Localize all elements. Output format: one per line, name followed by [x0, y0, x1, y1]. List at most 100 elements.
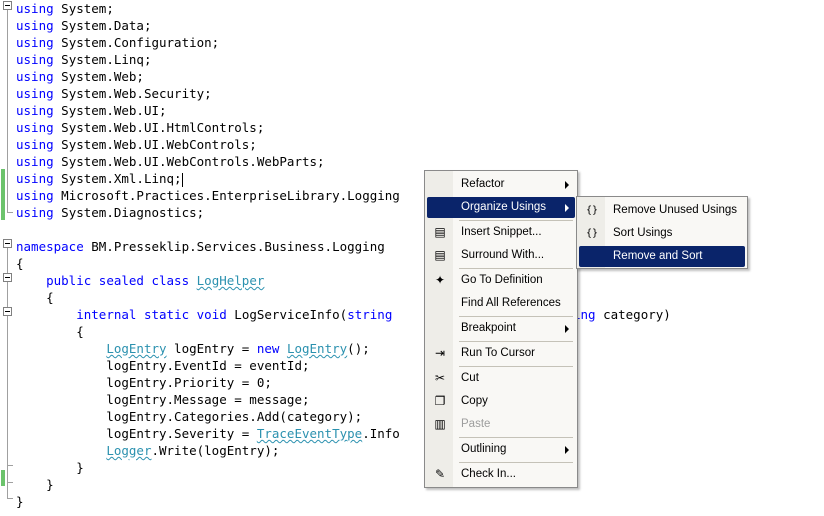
menu-item-find-all-references[interactable]: Find All References: [427, 293, 575, 314]
menu-separator: [459, 220, 573, 221]
code-token: System.Web.UI;: [53, 103, 167, 118]
code-token: System;: [53, 1, 114, 16]
code-token: }: [16, 460, 84, 475]
menu-item-label: Find All References: [461, 297, 561, 309]
code-token: .Write(logEntry);: [151, 443, 280, 458]
code-token: logEntry.Severity =: [16, 426, 257, 441]
menu-item-outlining[interactable]: Outlining: [427, 439, 575, 460]
menu-separator: [459, 437, 573, 438]
code-line: using Microsoft.Practices.EnterpriseLibr…: [16, 187, 400, 204]
copy-icon: ❐: [434, 394, 446, 408]
submenu-item-remove-and-sort[interactable]: Remove and Sort: [579, 246, 745, 267]
sort-usings-icon: {}: [585, 228, 599, 239]
menu-item-label: Breakpoint: [461, 322, 516, 334]
surround-with-icon: ▤: [434, 248, 446, 262]
keyword-token: using: [16, 171, 54, 186]
code-token: logEntry.Categories.Add(category);: [16, 409, 363, 424]
menu-item-breakpoint[interactable]: Breakpoint: [427, 318, 575, 339]
collapse-namespace-icon[interactable]: [3, 239, 12, 248]
code-line: }: [16, 476, 54, 493]
menu-item-label: Run To Cursor: [461, 347, 535, 359]
code-token: System.Data;: [53, 18, 152, 33]
text-cursor: [181, 172, 183, 187]
submenu-arrow-icon: [565, 181, 569, 189]
code-token: System.Xml.Linq;: [53, 171, 182, 186]
keyword-token: using: [16, 69, 54, 84]
menu-item-refactor[interactable]: Refactor: [427, 174, 575, 195]
keyword-token: using: [16, 188, 54, 203]
remove-unused-usings-icon: {}: [585, 205, 599, 216]
menu-item-label: Organize Usings: [461, 201, 547, 213]
go-to-definition-icon: ✦: [434, 273, 446, 287]
insert-snippet-icon: ▤: [434, 225, 446, 239]
code-token: System.Web.UI.HtmlControls;: [53, 120, 265, 135]
check-in-icon: ✎: [434, 467, 446, 481]
code-token: {: [16, 256, 24, 271]
menu-item-surround-with[interactable]: ▤ Surround With...: [427, 245, 575, 266]
menu-item-check-in[interactable]: ✎ Check In...: [427, 464, 575, 485]
menu-item-label: Cut: [461, 372, 479, 384]
menu-separator: [459, 268, 573, 269]
menu-separator: [459, 316, 573, 317]
code-line: logEntry.EventId = eventId;: [16, 357, 310, 374]
run-to-cursor-icon: ⇥: [434, 346, 446, 360]
collapse-usings-icon[interactable]: [3, 1, 12, 10]
submenu-item-remove-unused-usings[interactable]: {} Remove Unused Usings: [579, 200, 745, 221]
collapse-class-icon[interactable]: [3, 273, 12, 282]
code-line: LogEntry logEntry = new LogEntry();: [16, 340, 369, 357]
code-token: System.Configuration;: [53, 35, 220, 50]
code-token: logEntry.Priority = 0;: [16, 375, 272, 390]
submenu-arrow-icon: [565, 446, 569, 454]
keyword-token: using: [16, 35, 54, 50]
submenu-arrow-icon: [565, 204, 569, 212]
menu-item-run-to-cursor[interactable]: ⇥ Run To Cursor: [427, 343, 575, 364]
menu-item-label: Refactor: [461, 178, 505, 190]
menu-item-label: Insert Snippet...: [461, 226, 542, 238]
keyword-token: namespace: [16, 239, 84, 254]
submenu-item-sort-usings[interactable]: {} Sort Usings: [579, 223, 745, 244]
outline-line-end: [7, 212, 13, 213]
menu-item-label: Remove Unused Usings: [613, 204, 738, 216]
keyword-token: string: [347, 307, 393, 322]
code-token: System.Web.Security;: [53, 86, 212, 101]
outline-line-end: [7, 498, 13, 499]
code-token: {: [16, 324, 84, 339]
code-line: using System.Web;: [16, 68, 144, 85]
menu-separator: [459, 366, 573, 367]
menu-item-paste[interactable]: ▥ Paste: [427, 414, 575, 435]
code-line: Logger.Write(logEntry);: [16, 442, 279, 459]
outline-line-end: [7, 465, 13, 466]
code-token: logEntry.EventId = eventId;: [16, 358, 310, 373]
code-token: System.Diagnostics;: [53, 205, 205, 220]
outline-line: [7, 248, 8, 498]
code-line: using System.Configuration;: [16, 34, 219, 51]
menu-item-go-to-definition[interactable]: ✦ Go To Definition: [427, 270, 575, 291]
code-token: System.Web.UI.WebControls;: [53, 137, 257, 152]
menu-item-cut[interactable]: ✂ Cut: [427, 368, 575, 389]
keyword-token: using: [16, 18, 54, 33]
code-line: }: [16, 493, 24, 510]
code-line: {: [16, 255, 24, 272]
menu-item-organize-usings[interactable]: Organize Usings: [427, 197, 575, 218]
keyword-token: using: [16, 52, 54, 67]
menu-item-insert-snippet[interactable]: ▤ Insert Snippet...: [427, 222, 575, 243]
code-token: BM.Presseklip.Services.Business.Logging: [83, 239, 385, 254]
code-token: Microsoft.Practices.EnterpriseLibrary.Lo…: [53, 188, 400, 203]
code-line: using System.Web.UI.WebControls;: [16, 136, 257, 153]
change-bar: [1, 470, 5, 486]
keyword-token: using: [16, 137, 54, 152]
code-line: using System.Web.Security;: [16, 85, 212, 102]
scissors-icon: ✂: [434, 371, 446, 385]
code-line: namespace BM.Presseklip.Services.Busines…: [16, 238, 385, 255]
menu-item-label: Paste: [461, 418, 491, 430]
menu-item-copy[interactable]: ❐ Copy: [427, 391, 575, 412]
keyword-token: void: [196, 307, 227, 322]
code-line: using System.Linq;: [16, 51, 151, 68]
keyword-token: static: [143, 307, 190, 322]
collapse-method-icon[interactable]: [3, 307, 12, 316]
code-line: using System.Data;: [16, 17, 151, 34]
